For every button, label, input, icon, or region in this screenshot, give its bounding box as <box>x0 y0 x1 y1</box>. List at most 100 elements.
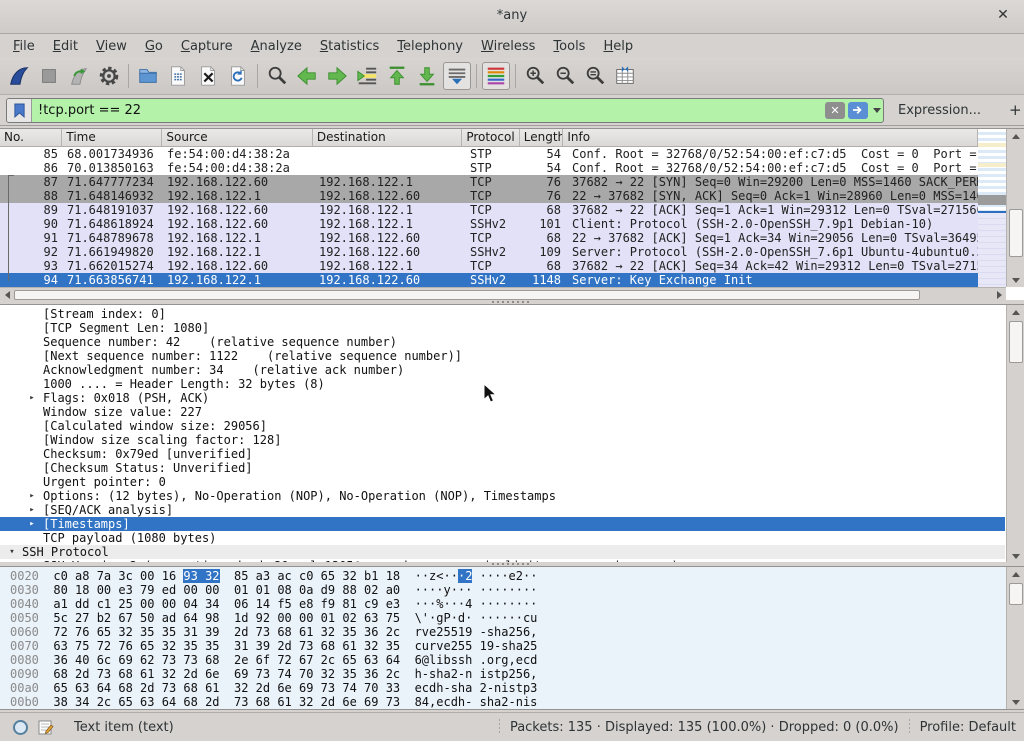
scroll-down-button[interactable] <box>1007 549 1024 563</box>
packet-list-vscrollbar[interactable] <box>1006 129 1024 287</box>
details-vscrollbar[interactable] <box>1006 305 1024 563</box>
detail-line-4[interactable]: Acknowledgment number: 34 (relative ack … <box>0 363 1005 377</box>
hex-row-00b0[interactable]: 00b0 38 34 2c 65 63 64 68 2d 73 68 61 32… <box>0 695 1024 709</box>
menu-view[interactable]: View <box>87 36 136 57</box>
hex-row-0070[interactable]: 0070 63 75 72 76 65 32 35 35 31 39 2d 73… <box>0 639 1024 653</box>
go-to-packet-button[interactable] <box>353 62 381 90</box>
detail-line-0[interactable]: [Stream index: 0] <box>0 307 1005 321</box>
scrollbar-thumb[interactable] <box>1009 209 1023 257</box>
filter-text[interactable]: !tcp.port == 22 <box>32 103 825 118</box>
column-header-time[interactable]: Time <box>62 129 162 146</box>
detail-line-6[interactable]: ▸Flags: 0x018 (PSH, ACK) <box>0 391 1005 405</box>
scroll-up-button[interactable] <box>1007 129 1024 143</box>
expand-toggle-icon[interactable]: ▾ <box>6 545 18 559</box>
filter-clear-button[interactable]: ✕ <box>825 102 845 119</box>
capture-stop-button[interactable] <box>35 62 63 90</box>
hex-row-0030[interactable]: 0030 80 18 00 e3 79 ed 00 00 01 01 08 0a… <box>0 583 1024 597</box>
menu-file[interactable]: File <box>4 36 44 57</box>
packet-minimap[interactable] <box>978 129 1006 287</box>
packet-list-header[interactable]: No.TimeSourceDestinationProtocolLengthIn… <box>0 129 978 147</box>
detail-line-5[interactable]: 1000 .... = Header Length: 32 bytes (8) <box>0 377 1005 391</box>
file-save-button[interactable] <box>164 62 192 90</box>
packet-list-hscrollbar[interactable] <box>0 287 1006 301</box>
scroll-up-button[interactable] <box>1007 567 1024 581</box>
go-back-button[interactable] <box>293 62 321 90</box>
packet-row-91[interactable]: 9171.648789678192.168.122.1192.168.122.6… <box>0 231 978 245</box>
packet-row-92[interactable]: 9271.661949820192.168.122.1192.168.122.6… <box>0 245 978 259</box>
close-button[interactable]: ✕ <box>994 7 1012 23</box>
menu-wireless[interactable]: Wireless <box>472 36 544 57</box>
detail-line-12[interactable]: Urgent pointer: 0 <box>0 475 1005 489</box>
file-reload-button[interactable] <box>224 62 252 90</box>
menu-help[interactable]: Help <box>594 36 642 57</box>
filter-bookmark-icon[interactable] <box>7 99 32 122</box>
hex-row-0090[interactable]: 0090 68 2d 73 68 61 32 2d 6e 69 73 74 70… <box>0 667 1024 681</box>
detail-line-17[interactable]: ▾SSH Protocol <box>0 545 1005 559</box>
detail-line-13[interactable]: ▸Options: (12 bytes), No-Operation (NOP)… <box>0 489 1005 503</box>
go-forward-button[interactable] <box>323 62 351 90</box>
display-filter-input[interactable]: !tcp.port == 22 ✕ <box>6 98 884 123</box>
capture-options-button[interactable] <box>95 62 123 90</box>
go-last-packet-button[interactable] <box>413 62 441 90</box>
packet-row-93[interactable]: 9371.662015274192.168.122.60192.168.122.… <box>0 259 978 273</box>
scrollbar-thumb[interactable] <box>1009 583 1023 605</box>
bytes-vscrollbar[interactable] <box>1006 567 1024 709</box>
detail-line-7[interactable]: Window size value: 227 <box>0 405 1005 419</box>
detail-line-10[interactable]: Checksum: 0x79ed [unverified] <box>0 447 1005 461</box>
capture-comment-icon[interactable] <box>37 719 54 736</box>
packet-row-86[interactable]: 8670.013850163fe:54:00:d4:38:2aSTP54Conf… <box>0 161 978 175</box>
zoom-out-button[interactable] <box>551 62 579 90</box>
detail-line-11[interactable]: [Checksum Status: Unverified] <box>0 461 1005 475</box>
expert-info-icon[interactable] <box>12 719 29 736</box>
hex-row-0020[interactable]: 0020 c0 a8 7a 3c 00 16 93 32 85 a3 ac c0… <box>0 569 1024 583</box>
filter-dropdown-button[interactable] <box>871 102 883 119</box>
auto-scroll-button[interactable] <box>443 62 471 90</box>
detail-line-1[interactable]: [TCP Segment Len: 1080] <box>0 321 1005 335</box>
find-packet-button[interactable] <box>263 62 291 90</box>
detail-line-8[interactable]: [Calculated window size: 29056] <box>0 419 1005 433</box>
file-open-button[interactable] <box>134 62 162 90</box>
packet-row-90[interactable]: 9071.648618924192.168.122.60192.168.122.… <box>0 217 978 231</box>
scrollbar-thumb[interactable] <box>1009 321 1023 363</box>
expand-toggle-icon[interactable]: ▸ <box>26 517 38 531</box>
packet-row-88[interactable]: 8871.648146932192.168.122.1192.168.122.6… <box>0 189 978 203</box>
hex-row-0060[interactable]: 0060 72 76 65 32 35 35 31 39 2d 73 68 61… <box>0 625 1024 639</box>
file-close-button[interactable] <box>194 62 222 90</box>
scroll-up-button[interactable] <box>1007 305 1024 319</box>
scrollbar-thumb[interactable] <box>14 290 920 300</box>
capture-restart-button[interactable] <box>65 62 93 90</box>
detail-line-2[interactable]: Sequence number: 42 (relative sequence n… <box>0 335 1005 349</box>
packet-row-87[interactable]: 8771.647777234192.168.122.60192.168.122.… <box>0 175 978 189</box>
packet-row-89[interactable]: 8971.648191037192.168.122.60192.168.122.… <box>0 203 978 217</box>
packet-row-94[interactable]: 9471.663856741192.168.122.1192.168.122.6… <box>0 273 978 287</box>
column-header-protocol[interactable]: Protocol <box>462 129 519 146</box>
menu-tools[interactable]: Tools <box>544 36 594 57</box>
go-first-packet-button[interactable] <box>383 62 411 90</box>
expand-toggle-icon[interactable]: ▸ <box>26 503 38 517</box>
menu-analyze[interactable]: Analyze <box>242 36 311 57</box>
menu-go[interactable]: Go <box>136 36 172 57</box>
column-header-length[interactable]: Length <box>520 129 564 146</box>
colorize-button[interactable] <box>482 62 510 90</box>
column-header-source[interactable]: Source <box>162 129 312 146</box>
expression-button[interactable]: Expression... <box>898 103 981 118</box>
detail-line-14[interactable]: ▸[SEQ/ACK analysis] <box>0 503 1005 517</box>
hex-row-0040[interactable]: 0040 a1 dd c1 25 00 00 04 34 06 14 f5 e8… <box>0 597 1024 611</box>
detail-line-15[interactable]: ▸[Timestamps] <box>0 517 1005 531</box>
filter-add-button[interactable]: + <box>1009 101 1022 119</box>
column-header-no[interactable]: No. <box>0 129 62 146</box>
zoom-in-button[interactable] <box>521 62 549 90</box>
menu-telephony[interactable]: Telephony <box>388 36 472 57</box>
resize-columns-button[interactable] <box>611 62 639 90</box>
column-header-info[interactable]: Info <box>563 129 978 146</box>
profile-status[interactable]: Profile: Default <box>920 720 1016 735</box>
filter-apply-button[interactable] <box>848 102 868 119</box>
scroll-down-button[interactable] <box>1007 695 1024 709</box>
hex-row-0080[interactable]: 0080 36 40 6c 69 62 73 73 68 2e 6f 72 67… <box>0 653 1024 667</box>
detail-line-9[interactable]: [Window size scaling factor: 128] <box>0 433 1005 447</box>
expand-toggle-icon[interactable]: ▸ <box>26 489 38 503</box>
zoom-reset-button[interactable] <box>581 62 609 90</box>
capture-start-button[interactable] <box>5 62 33 90</box>
packet-row-85[interactable]: 8568.001734936fe:54:00:d4:38:2aSTP54Conf… <box>0 147 978 161</box>
column-header-destination[interactable]: Destination <box>313 129 462 146</box>
